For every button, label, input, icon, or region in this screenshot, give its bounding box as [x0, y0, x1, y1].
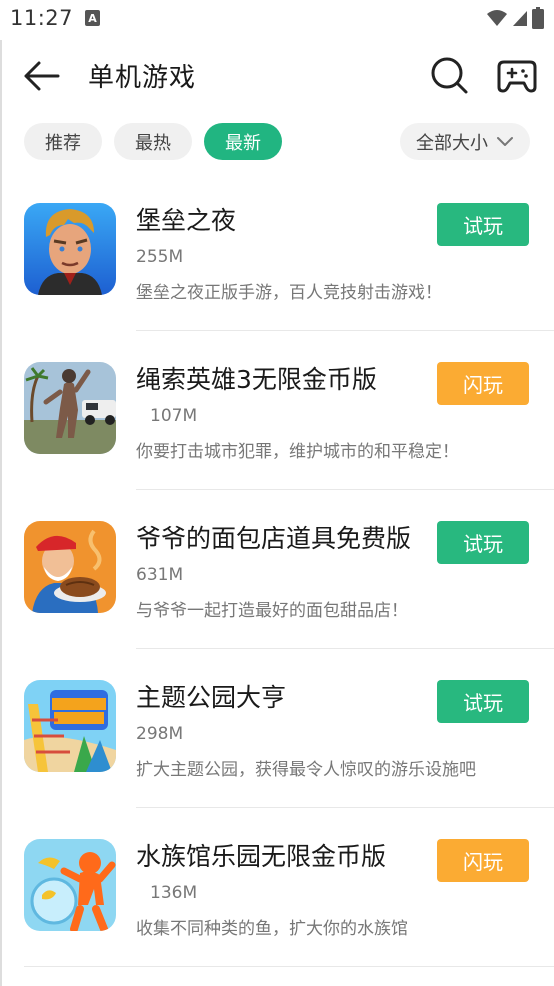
app-name: 水族馆乐园无限金币版: [136, 842, 387, 871]
list-item[interactable]: 水族馆乐园无限金币版 136M 收集不同种类的鱼，扩大你的水族馆 闪玩: [0, 808, 554, 967]
trial-button[interactable]: 试玩: [437, 521, 529, 564]
notification-icon: A: [85, 10, 100, 26]
search-icon: [431, 57, 468, 94]
chevron-down-icon: [497, 136, 513, 146]
aquarium-icon[interactable]: [24, 839, 116, 931]
tab-newest[interactable]: 最新: [204, 123, 282, 160]
fortnite-icon[interactable]: [24, 203, 116, 295]
app-header: 单机游戏: [0, 44, 554, 106]
app-name: 堡垒之夜: [136, 206, 237, 235]
search-button[interactable]: [428, 54, 470, 96]
trial-button[interactable]: 试玩: [437, 203, 529, 246]
back-button[interactable]: [20, 56, 64, 96]
app-size: 631M: [136, 565, 184, 585]
trial-button[interactable]: 试玩: [437, 680, 529, 723]
app-description: 扩大主题公园，获得最令人惊叹的游乐设施吧: [136, 760, 476, 780]
app-size: 298M: [136, 724, 184, 744]
status-indicators: [486, 7, 544, 29]
gamepad-icon: [497, 60, 537, 93]
app-name: 绳索英雄3无限金币版: [136, 365, 377, 394]
battery-icon: [532, 7, 544, 29]
list-item[interactable]: 主题公园大亨 298M 扩大主题公园，获得最令人惊叹的游乐设施吧 试玩: [0, 649, 554, 808]
status-time: 11:27: [10, 6, 74, 30]
signal-icon: [513, 11, 527, 26]
screen: 11:27 A 单机游戏 推荐 最热 最新 全部大小 堡垒之夜 255M 堡垒之…: [0, 0, 554, 986]
game-list: 堡垒之夜 255M 堡垒之夜正版手游，百人竞技射击游戏！ 试玩 绳索英雄3无限金…: [0, 172, 554, 967]
list-item[interactable]: 绳索英雄3无限金币版 107M 你要打击城市犯罪，维护城市的和平稳定！ 闪玩: [0, 331, 554, 490]
size-filter-label: 全部大小: [416, 132, 488, 154]
flash-play-button[interactable]: 闪玩: [437, 839, 529, 882]
wifi-icon: [487, 10, 507, 26]
flash-play-button[interactable]: 闪玩: [437, 362, 529, 405]
grandpa-bakery-icon[interactable]: [24, 521, 116, 613]
page-title: 单机游戏: [88, 63, 197, 93]
gamepad-button[interactable]: [496, 54, 538, 96]
app-name: 主题公园大亨: [136, 683, 287, 712]
app-description: 与爷爷一起打造最好的面包甜品店！: [136, 601, 408, 621]
rope-hero-icon[interactable]: [24, 362, 116, 454]
app-name: 爷爷的面包店道具免费版: [136, 524, 412, 553]
filter-tabs: 推荐 最热 最新: [24, 123, 282, 161]
app-size: 107M: [150, 406, 198, 426]
tab-hottest[interactable]: 最热: [114, 123, 192, 160]
status-bar: 11:27 A: [0, 0, 554, 38]
app-description: 堡垒之夜正版手游，百人竞技射击游戏！: [136, 283, 442, 303]
list-item[interactable]: 爷爷的面包店道具免费版 631M 与爷爷一起打造最好的面包甜品店！ 试玩: [0, 490, 554, 649]
arrow-left-icon: [24, 61, 60, 91]
app-size: 136M: [150, 883, 198, 903]
app-description: 收集不同种类的鱼，扩大你的水族馆: [136, 919, 408, 939]
tab-recommended[interactable]: 推荐: [24, 123, 102, 160]
size-filter-dropdown[interactable]: 全部大小: [400, 123, 530, 160]
app-description: 你要打击城市犯罪，维护城市的和平稳定！: [136, 442, 459, 462]
app-size: 255M: [136, 247, 184, 267]
list-item[interactable]: 堡垒之夜 255M 堡垒之夜正版手游，百人竞技射击游戏！ 试玩: [0, 172, 554, 331]
theme-park-icon[interactable]: [24, 680, 116, 772]
